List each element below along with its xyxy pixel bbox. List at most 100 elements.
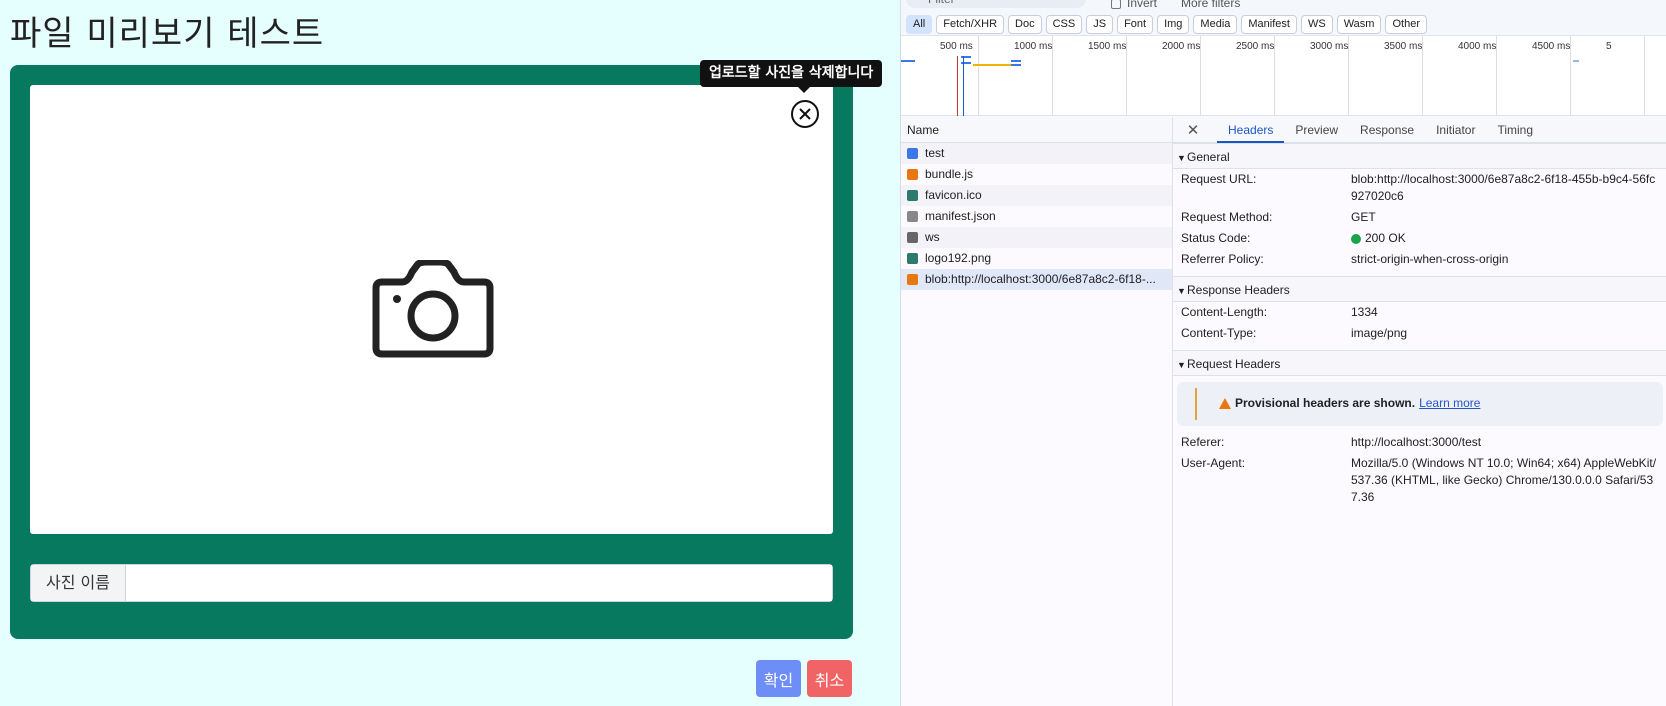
devtools-network-panel: Filter Invert More filters AllFetch/XHRD…: [900, 0, 1666, 706]
name-column-header[interactable]: Name: [901, 117, 1172, 143]
request-list: Name test bundle.js favicon.ico manifest.js…: [901, 117, 1173, 706]
request-headers-section-header[interactable]: ▼Request Headers: [1173, 350, 1666, 376]
type-filter-chips: All Fetch/XHR Doc CSS JS Font Img Media Manifest…: [906, 15, 1427, 34]
photo-name-label: 사진 이름: [31, 565, 126, 601]
status-text: 200 OK: [1365, 231, 1406, 245]
header-key: Referer:: [1181, 435, 1225, 449]
header-value: image/png: [1351, 326, 1408, 340]
request-name: blob:http://localhost:3000/6e87a8c2-6f18…: [925, 272, 1156, 286]
header-row: Referer: http://localhost:3000/test: [1173, 432, 1666, 453]
image-icon: [907, 253, 918, 264]
header-value: http://localhost:3000/test: [1351, 435, 1482, 449]
network-toolbar: Filter Invert More filters AllFetch/XHRD…: [901, 0, 1666, 36]
filter-chip-doc[interactable]: Doc: [1008, 15, 1042, 34]
warning-bar: [1195, 388, 1197, 420]
timeline-label: 4000 ms: [1458, 41, 1497, 52]
request-name: ws: [925, 230, 940, 244]
filter-chip-media[interactable]: Media: [1193, 15, 1238, 34]
timeline-label: 2500 ms: [1236, 41, 1275, 52]
request-headers-section: Referer: http://localhost:3000/test User-A…: [1173, 432, 1666, 508]
request-row[interactable]: ws: [901, 227, 1172, 248]
image-preview[interactable]: [30, 85, 833, 534]
timeline-tick: [978, 36, 979, 116]
filter-input[interactable]: Filter: [906, 0, 1086, 8]
status-ok-icon: [1351, 233, 1361, 244]
header-value: Mozilla/5.0 (Windows NT 10.0; Win64; x64…: [1351, 456, 1657, 504]
header-row: Status Code: 200 OK: [1173, 228, 1666, 249]
general-section-header[interactable]: ▼General: [1173, 143, 1666, 169]
details-tabs: ✕ Headers Preview Response Initiator Timing: [1173, 117, 1666, 143]
tab-initiator[interactable]: Initiator: [1425, 117, 1486, 143]
header-row: Content-Type: image/png: [1173, 323, 1666, 344]
request-name: test: [925, 146, 945, 160]
header-key: Content-Length:: [1181, 305, 1268, 319]
request-name: logo192.png: [925, 251, 992, 265]
header-row: Referrer Policy: strict-origin-when-cross…: [1173, 249, 1666, 270]
expand-triangle-icon: ▼: [1177, 153, 1186, 163]
close-details-icon[interactable]: ✕: [1183, 121, 1203, 139]
timeline-label: 1500 ms: [1088, 41, 1127, 52]
confirm-button[interactable]: 확인: [756, 660, 801, 697]
blob-icon: [907, 274, 918, 285]
filter-chip-css[interactable]: CSS: [1045, 15, 1083, 34]
file-icon: [907, 211, 918, 222]
header-row: User-Agent: Mozilla/5.0 (Windows NT 10.0;…: [1173, 453, 1666, 508]
timeline-tick: [1644, 36, 1645, 116]
timeline-bar: [1573, 60, 1579, 62]
header-key: Content-Type:: [1181, 326, 1257, 340]
request-row[interactable]: bundle.js: [901, 164, 1172, 185]
filter-chip-js[interactable]: JS: [1086, 15, 1114, 34]
timeline-label: 1000 ms: [1014, 41, 1053, 52]
filter-chip-ws[interactable]: WS: [1300, 15, 1333, 34]
request-row[interactable]: manifest.json: [901, 206, 1172, 227]
header-value: 200 OK: [1351, 230, 1659, 247]
header-value: strict-origin-when-cross-origin: [1351, 252, 1509, 266]
invert-checkbox[interactable]: Invert: [1111, 0, 1157, 10]
expand-triangle-icon: ▼: [1177, 360, 1186, 370]
timeline-label: 2000 ms: [1162, 41, 1201, 52]
delete-photo-button[interactable]: [790, 99, 820, 129]
request-name: manifest.json: [925, 209, 996, 223]
warning-text: Provisional headers are shown.: [1235, 396, 1416, 410]
network-timeline[interactable]: 500 ms 1000 ms 1500 ms 2000 ms 2500 ms 3000 m…: [901, 36, 1666, 116]
tab-response[interactable]: Response: [1349, 117, 1425, 143]
response-headers-section-header[interactable]: ▼Response Headers: [1173, 276, 1666, 302]
preview-card: 사진 이름: [10, 65, 853, 639]
filter-chip-font[interactable]: Font: [1117, 15, 1154, 34]
photo-name-input[interactable]: [126, 565, 832, 601]
timeline-label: 3500 ms: [1384, 41, 1423, 52]
general-section: Request URL: blob:http://localhost:3000/6…: [1173, 169, 1666, 270]
request-headers-title: Request Headers: [1187, 357, 1281, 371]
timeline-marker-line: [957, 56, 958, 116]
header-row: Content-Length: 1334: [1173, 302, 1666, 323]
learn-more-link[interactable]: Learn more: [1419, 396, 1480, 410]
header-key: User-Agent:: [1181, 456, 1246, 470]
header-row: Request URL: blob:http://localhost:3000/6…: [1173, 169, 1666, 207]
request-name: favicon.ico: [925, 188, 982, 202]
request-row[interactable]: blob:http://localhost:3000/6e87a8c2-6f18…: [901, 269, 1172, 290]
delete-tooltip: 업로드할 사진을 삭제합니다: [700, 60, 883, 93]
tab-preview[interactable]: Preview: [1284, 117, 1349, 143]
timeline-marker-line: [963, 56, 964, 116]
filter-chip-img[interactable]: Img: [1157, 15, 1190, 34]
filter-chip-other[interactable]: Other: [1385, 15, 1427, 34]
cancel-button[interactable]: 취소: [807, 660, 852, 697]
request-row[interactable]: test: [901, 143, 1172, 164]
request-details: ✕ Headers Preview Response Initiator Timing …: [1173, 117, 1666, 706]
filter-chip-all[interactable]: All: [906, 15, 933, 34]
app-panel: 파일 미리보기 테스트 사진 이름 업로드할 사진을 삭제합니다 확인 취소: [0, 0, 900, 706]
filter-chip-manifest[interactable]: Manifest: [1241, 15, 1297, 34]
tab-headers[interactable]: Headers: [1217, 117, 1285, 143]
tab-timing[interactable]: Timing: [1486, 117, 1544, 143]
timeline-bar: [901, 60, 915, 62]
request-row[interactable]: logo192.png: [901, 248, 1172, 269]
header-key: Request URL:: [1181, 172, 1257, 186]
more-filters-dropdown[interactable]: More filters: [1181, 0, 1240, 10]
filter-chip-wasm[interactable]: Wasm: [1336, 15, 1382, 34]
request-row[interactable]: favicon.ico: [901, 185, 1172, 206]
image-icon: [907, 190, 918, 201]
close-circle-icon: [791, 100, 819, 128]
timeline-label: 4500 ms: [1532, 41, 1571, 52]
filter-chip-fetch-xhr[interactable]: Fetch/XHR: [936, 15, 1005, 34]
timeline-bar: [1011, 60, 1021, 62]
